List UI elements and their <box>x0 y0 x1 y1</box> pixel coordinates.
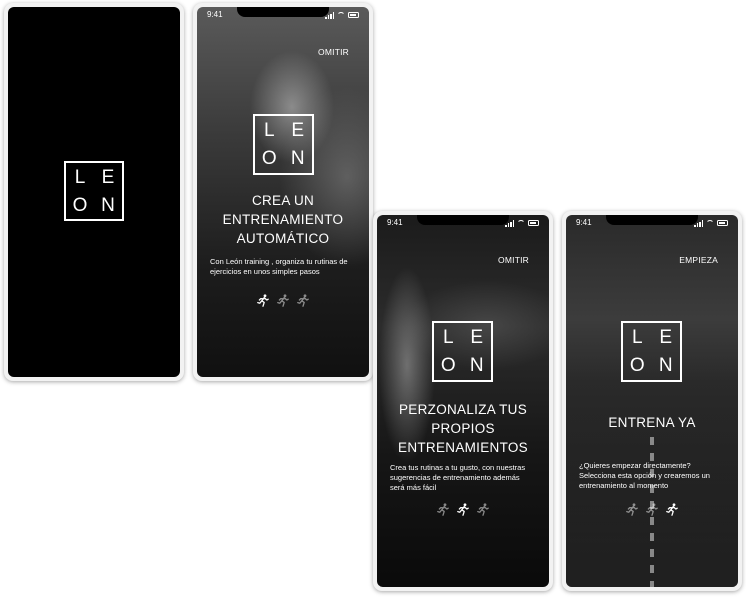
logo-letter-n: N <box>469 355 484 377</box>
logo-letter-l: L <box>263 119 275 141</box>
onboarding-title: PERZONALIZA TUS PROPIOS ENTRENAMIENTOS <box>377 400 549 457</box>
step-indicator <box>566 503 738 516</box>
phone-splash: L E O N <box>4 3 184 381</box>
description-line: será más fácil <box>390 483 437 492</box>
status-time: 9:41 <box>207 10 223 19</box>
onboarding-showcase: L E O N 9:41 OMITIR L E O N CREA UN ENTR… <box>0 0 746 599</box>
status-bar: 9:41 <box>207 9 359 21</box>
title-line: ENTRENA YA <box>608 415 696 430</box>
logo-letter-n: N <box>101 194 115 216</box>
logo-letter-o: O <box>629 355 645 377</box>
wifi-icon <box>706 220 714 226</box>
phone-onboarding-2: 9:41 OMITIR L E O N PERZONALIZA TUS PROP… <box>373 211 553 591</box>
onboarding-1-screen: 9:41 OMITIR L E O N CREA UN ENTRENAMIENT… <box>197 7 369 377</box>
leon-logo: L E O N <box>621 321 682 382</box>
onboarding-3-screen: 9:41 EMPIEZA L E O N ENTRENA YA ¿Quieres… <box>566 215 738 587</box>
title-line: CREA UN <box>251 193 315 208</box>
runner-icon[interactable] <box>457 503 469 516</box>
wifi-icon <box>337 12 345 18</box>
logo-letter-l: L <box>631 326 643 348</box>
runner-icon[interactable] <box>277 294 289 307</box>
description-line: entrenamiento al momento <box>579 481 669 490</box>
description-line: Con León training , organiza tu rutinas … <box>210 257 348 266</box>
logo-letter-e: E <box>101 166 115 188</box>
runner-icon[interactable] <box>646 503 658 516</box>
logo-letter-e: E <box>659 326 673 348</box>
logo-letter-e: E <box>291 119 305 141</box>
title-line: PROPIOS <box>431 421 495 436</box>
logo-letter-e: E <box>470 326 484 348</box>
description-line: ejercicios en unos simples pasos <box>210 267 320 276</box>
phone-onboarding-1: 9:41 OMITIR L E O N CREA UN ENTRENAMIENT… <box>193 3 373 381</box>
skip-button[interactable]: OMITIR <box>498 255 529 265</box>
description-line: Crea tus rutinas a tu gusto, con nuestra… <box>390 463 526 472</box>
logo-letter-l: L <box>74 166 86 188</box>
signal-icon <box>325 12 334 19</box>
onboarding-2-screen: 9:41 OMITIR L E O N PERZONALIZA TUS PROP… <box>377 215 549 587</box>
description-line: Selecciona esta opción y crearemos un <box>579 471 710 480</box>
status-bar: 9:41 <box>576 217 728 229</box>
status-bar: 9:41 <box>387 217 539 229</box>
status-time: 9:41 <box>576 218 592 227</box>
runner-icon[interactable] <box>257 294 269 307</box>
runner-icon[interactable] <box>297 294 309 307</box>
logo-letter-l: L <box>442 326 454 348</box>
logo-letter-o: O <box>440 355 456 377</box>
logo-letter-n: N <box>658 355 673 377</box>
status-time: 9:41 <box>387 218 403 227</box>
title-line: ENTRENAMIENTOS <box>398 440 528 455</box>
signal-icon <box>505 220 514 227</box>
title-line: AUTOMÁTICO <box>236 231 330 246</box>
onboarding-title: ENTRENA YA <box>566 413 738 432</box>
step-indicator <box>377 503 549 516</box>
runner-icon[interactable] <box>666 503 678 516</box>
onboarding-description: Crea tus rutinas a tu gusto, con nuestra… <box>390 463 546 493</box>
title-line: PERZONALIZA TUS <box>398 402 528 417</box>
onboarding-description: ¿Quieres empezar directamente? Seleccion… <box>579 461 735 491</box>
leon-logo: L E O N <box>253 114 314 175</box>
phone-onboarding-3: 9:41 EMPIEZA L E O N ENTRENA YA ¿Quieres… <box>562 211 742 591</box>
runner-icon[interactable] <box>437 503 449 516</box>
logo-letter-o: O <box>261 148 277 170</box>
description-line: ¿Quieres empezar directamente? <box>579 461 691 470</box>
battery-icon <box>348 12 359 18</box>
onboarding-title: CREA UN ENTRENAMIENTO AUTOMÁTICO <box>197 191 369 248</box>
wifi-icon <box>517 220 525 226</box>
title-line: ENTRENAMIENTO <box>222 212 344 227</box>
runner-icon[interactable] <box>477 503 489 516</box>
skip-button[interactable]: OMITIR <box>318 47 349 57</box>
logo-letter-o: O <box>72 194 88 216</box>
splash-screen: L E O N <box>8 7 180 377</box>
runner-icon[interactable] <box>626 503 638 516</box>
description-line: sugerencias de entrenamiento además <box>390 473 520 482</box>
onboarding-description: Con León training , organiza tu rutinas … <box>210 257 366 277</box>
step-indicator <box>197 294 369 307</box>
start-button[interactable]: EMPIEZA <box>679 255 718 265</box>
leon-logo: L E O N <box>432 321 493 382</box>
signal-icon <box>694 220 703 227</box>
battery-icon <box>528 220 539 226</box>
logo-letter-n: N <box>290 148 305 170</box>
leon-logo: L E O N <box>64 161 124 221</box>
battery-icon <box>717 220 728 226</box>
